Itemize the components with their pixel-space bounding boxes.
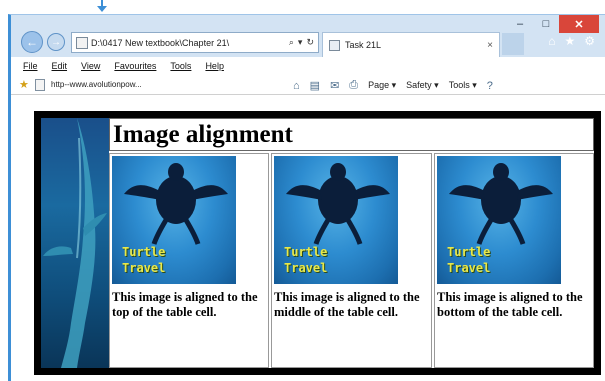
turtle-travel-logo: Turtle Travel <box>447 245 491 275</box>
cell-caption: This image is aligned to the middle of t… <box>274 290 420 319</box>
tab-label: Task 21L <box>345 40 382 50</box>
dropdown-icon[interactable]: ▾ <box>298 37 303 48</box>
menu-item-edit[interactable]: Edit <box>52 61 68 71</box>
turtle-image: Turtle Travel <box>112 156 236 284</box>
tools-menu[interactable]: Tools ▾ <box>449 80 477 91</box>
page-heading: Image alignment <box>109 118 594 151</box>
close-button[interactable]: ✕ <box>559 15 599 33</box>
settings-gear-icon[interactable]: ⚙ <box>584 34 595 48</box>
alignment-table: Image alignment Turtle Travel This image… <box>109 118 594 368</box>
callout-pointer-arrow <box>97 6 107 12</box>
home-icon[interactable]: ⌂ <box>548 34 555 48</box>
favorite-page-icon <box>35 79 45 91</box>
help-icon[interactable]: ? <box>487 80 493 92</box>
tab-page-icon <box>329 39 340 51</box>
favorite-link[interactable]: http--www.avolutionpow... <box>51 80 142 89</box>
new-tab-button[interactable] <box>502 33 524 55</box>
menu-item-help[interactable]: Help <box>205 61 224 71</box>
table-cell-middle: Turtle Travel This image is aligned to th… <box>271 153 432 368</box>
minimize-button[interactable]: – <box>507 15 533 33</box>
browser-right-icons: ⌂ ★ ⚙ <box>548 34 595 48</box>
turtle-travel-logo: Turtle Travel <box>122 245 166 275</box>
table-cell-top: Turtle Travel This image is aligned to th… <box>109 153 269 368</box>
tab-task-21l[interactable]: Task 21L × <box>322 32 500 57</box>
favorites-star-icon[interactable]: ★ <box>564 34 575 48</box>
feeds-icon[interactable]: ▤ <box>310 79 320 92</box>
page-icon <box>76 36 88 49</box>
back-button[interactable]: ← <box>21 31 43 53</box>
turtle-image: Turtle Travel <box>274 156 398 284</box>
browser-titlebar: – □ ✕ ← → D:\0417 New textbook\Chapter 2… <box>11 15 605 57</box>
refresh-icon[interactable]: ↻ <box>306 37 314 48</box>
tab-close-icon[interactable]: × <box>487 40 493 51</box>
address-tools: ⌕ ▾ ↻ <box>285 37 318 48</box>
menu-item-tools[interactable]: Tools <box>170 61 191 71</box>
search-icon[interactable]: ⌕ <box>289 37 294 48</box>
maximize-button[interactable]: □ <box>533 15 559 33</box>
turtle-image: Turtle Travel <box>437 156 561 284</box>
address-bar[interactable]: D:\0417 New textbook\Chapter 21\ ⌕ ▾ ↻ <box>71 32 319 53</box>
menu-item-view[interactable]: View <box>81 61 100 71</box>
web-page: Image alignment Turtle Travel This image… <box>34 111 601 375</box>
safety-menu[interactable]: Safety ▾ <box>406 80 439 91</box>
turtle-travel-logo: Turtle Travel <box>284 245 328 275</box>
cell-caption: This image is aligned to the top of the … <box>112 290 258 319</box>
table-cell-bottom: Turtle Travel This image is aligned to th… <box>434 153 594 368</box>
shark-image <box>41 118 109 368</box>
command-bar: ⌂ ▤ ✉ ⎙ Page ▾ Safety ▾ Tools ▾ ? <box>293 79 493 92</box>
favorites-bar: ★ http--www.avolutionpow... ⌂ ▤ ✉ ⎙ Page… <box>11 75 605 95</box>
menu-item-file[interactable]: File <box>23 61 38 71</box>
mail-icon[interactable]: ✉ <box>330 79 339 92</box>
page-content: Image alignment Turtle Travel This image… <box>17 97 605 381</box>
forward-button[interactable]: → <box>47 33 65 51</box>
browser-window: – □ ✕ ← → D:\0417 New textbook\Chapter 2… <box>8 14 605 381</box>
address-text[interactable]: D:\0417 New textbook\Chapter 21\ <box>91 38 285 48</box>
home-icon[interactable]: ⌂ <box>293 80 300 92</box>
page-menu[interactable]: Page ▾ <box>368 80 396 91</box>
print-icon[interactable]: ⎙ <box>349 79 358 92</box>
window-controls: – □ ✕ <box>507 15 599 33</box>
menu-bar: File Edit View Favourites Tools Help <box>11 57 605 75</box>
cell-caption: This image is aligned to the bottom of t… <box>437 290 583 319</box>
menu-item-favourites[interactable]: Favourites <box>114 61 156 71</box>
favorites-add-star-icon[interactable]: ★ <box>19 78 29 91</box>
